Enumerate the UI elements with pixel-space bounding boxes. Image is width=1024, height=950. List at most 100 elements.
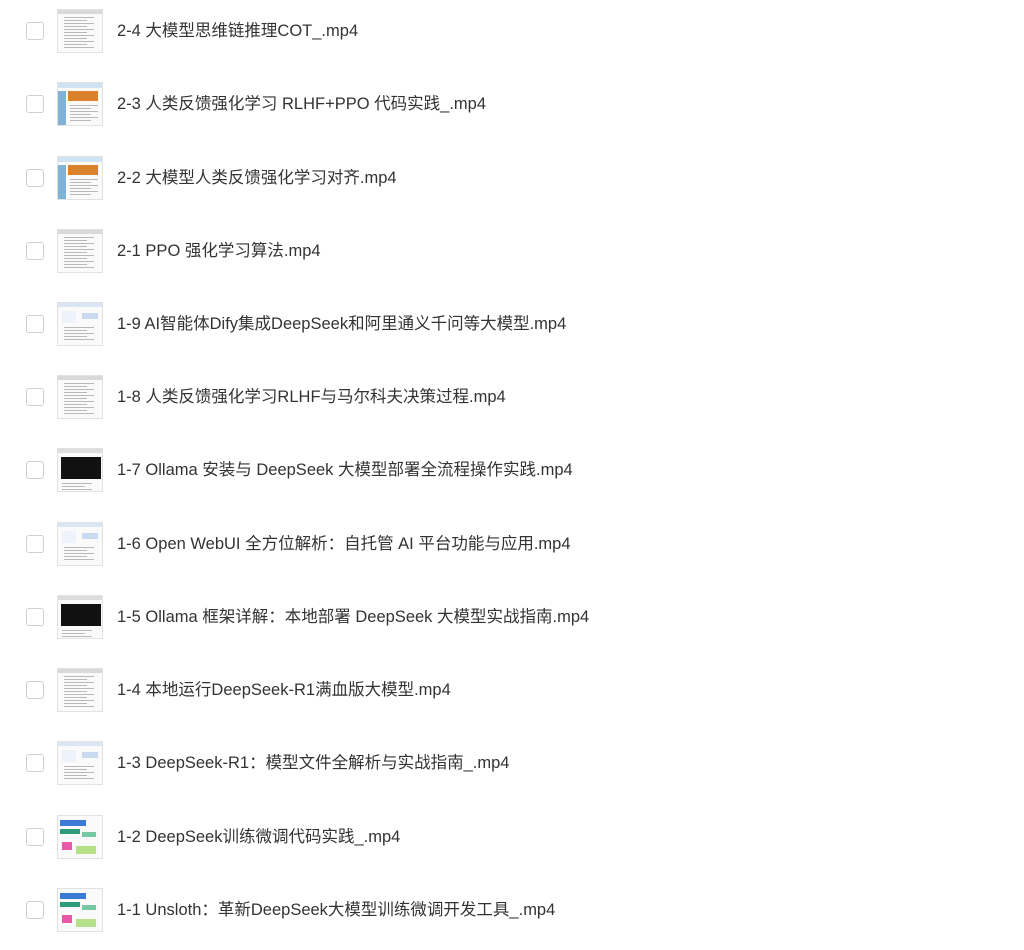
thumbnail-detail bbox=[82, 832, 96, 837]
file-name[interactable]: 2-3 人类反馈强化学习 RLHF+PPO 代码实践_.mp4 bbox=[117, 93, 486, 115]
file-name[interactable]: 1-1 Unsloth：革新DeepSeek大模型训练微调开发工具_.mp4 bbox=[117, 899, 555, 921]
checkbox[interactable] bbox=[26, 315, 44, 333]
list-item[interactable]: 2-2 大模型人类反馈强化学习对齐.mp4 bbox=[0, 152, 1024, 208]
thumbnail-detail bbox=[64, 404, 87, 405]
file-name[interactable]: 1-6 Open WebUI 全方位解析：自托管 AI 平台功能与应用.mp4 bbox=[117, 533, 571, 555]
thumbnail-detail bbox=[58, 165, 66, 199]
thumbnail-detail bbox=[64, 336, 87, 337]
thumbnail-detail bbox=[68, 91, 98, 101]
checkbox[interactable] bbox=[26, 95, 44, 113]
thumbnail-detail bbox=[62, 633, 85, 634]
list-item[interactable]: 2-4 大模型思维链推理COT_.mp4 bbox=[0, 5, 1024, 61]
thumbnail-detail bbox=[58, 669, 102, 673]
thumbnail-detail bbox=[64, 261, 94, 262]
thumbnail-detail bbox=[64, 41, 94, 42]
list-item[interactable]: 1-3 DeepSeek-R1：模型文件全解析与实战指南_.mp4 bbox=[0, 737, 1024, 793]
thumbnail-detail bbox=[70, 120, 91, 121]
thumbnail-detail bbox=[68, 165, 98, 175]
thumbnail-detail bbox=[62, 842, 72, 850]
thumbnail-detail bbox=[64, 20, 87, 21]
video-thumbnail[interactable] bbox=[57, 9, 103, 53]
thumbnail-detail bbox=[61, 457, 101, 479]
thumbnail-detail bbox=[64, 44, 87, 45]
list-item[interactable]: 1-4 本地运行DeepSeek-R1满血版大模型.mp4 bbox=[0, 664, 1024, 720]
video-thumbnail[interactable] bbox=[57, 302, 103, 346]
thumbnail-detail bbox=[62, 311, 76, 323]
checkbox[interactable] bbox=[26, 388, 44, 406]
thumbnail-detail bbox=[64, 38, 87, 39]
checkbox[interactable] bbox=[26, 535, 44, 553]
video-thumbnail[interactable] bbox=[57, 741, 103, 785]
checkbox[interactable] bbox=[26, 754, 44, 772]
thumbnail-detail bbox=[58, 230, 102, 234]
file-name[interactable]: 2-4 大模型思维链推理COT_.mp4 bbox=[117, 20, 358, 42]
file-name[interactable]: 1-7 Ollama 安装与 DeepSeek 大模型部署全流程操作实践.mp4 bbox=[117, 459, 573, 481]
thumbnail-detail bbox=[64, 703, 87, 704]
thumbnail-detail bbox=[64, 775, 87, 776]
thumbnail-detail bbox=[62, 483, 92, 484]
thumbnail-detail bbox=[64, 47, 94, 48]
thumbnail-detail bbox=[64, 706, 94, 707]
thumbnail-detail bbox=[62, 486, 85, 487]
video-thumbnail[interactable] bbox=[57, 888, 103, 932]
video-thumbnail[interactable] bbox=[57, 668, 103, 712]
file-name[interactable]: 1-4 本地运行DeepSeek-R1满血版大模型.mp4 bbox=[117, 679, 451, 701]
video-thumbnail[interactable] bbox=[57, 82, 103, 126]
thumbnail-detail bbox=[64, 697, 87, 698]
thumbnail-detail bbox=[70, 182, 91, 183]
checkbox[interactable] bbox=[26, 242, 44, 260]
video-thumbnail[interactable] bbox=[57, 229, 103, 273]
thumbnail-detail bbox=[62, 630, 92, 631]
video-thumbnail[interactable] bbox=[57, 595, 103, 639]
list-item[interactable]: 1-7 Ollama 安装与 DeepSeek 大模型部署全流程操作实践.mp4 bbox=[0, 444, 1024, 500]
list-item[interactable]: 2-1 PPO 强化学习算法.mp4 bbox=[0, 225, 1024, 281]
list-item[interactable]: 1-5 Ollama 框架详解：本地部署 DeepSeek 大模型实战指南.mp… bbox=[0, 591, 1024, 647]
thumbnail-detail bbox=[70, 105, 98, 106]
file-name[interactable]: 1-2 DeepSeek训练微调代码实践_.mp4 bbox=[117, 826, 400, 848]
checkbox[interactable] bbox=[26, 461, 44, 479]
video-thumbnail[interactable] bbox=[57, 522, 103, 566]
thumbnail-detail bbox=[58, 742, 102, 746]
video-thumbnail[interactable] bbox=[57, 815, 103, 859]
list-item[interactable]: 1-6 Open WebUI 全方位解析：自托管 AI 平台功能与应用.mp4 bbox=[0, 518, 1024, 574]
thumbnail-detail bbox=[58, 91, 66, 125]
file-name[interactable]: 1-5 Ollama 框架详解：本地部署 DeepSeek 大模型实战指南.mp… bbox=[117, 606, 589, 628]
thumbnail-detail bbox=[64, 333, 94, 334]
checkbox[interactable] bbox=[26, 608, 44, 626]
thumbnail-detail bbox=[62, 636, 92, 637]
checkbox[interactable] bbox=[26, 22, 44, 40]
thumbnail-detail bbox=[64, 772, 94, 773]
video-thumbnail[interactable] bbox=[57, 156, 103, 200]
list-item[interactable]: 1-2 DeepSeek训练微调代码实践_.mp4 bbox=[0, 811, 1024, 867]
list-item[interactable]: 2-3 人类反馈强化学习 RLHF+PPO 代码实践_.mp4 bbox=[0, 78, 1024, 134]
thumbnail-detail bbox=[70, 194, 91, 195]
list-item[interactable]: 1-9 AI智能体Dify集成DeepSeek和阿里通义千问等大模型.mp4 bbox=[0, 298, 1024, 354]
thumbnail-detail bbox=[58, 376, 102, 380]
file-name[interactable]: 1-8 人类反馈强化学习RLHF与马尔科夫决策过程.mp4 bbox=[117, 386, 506, 408]
checkbox[interactable] bbox=[26, 901, 44, 919]
thumbnail-detail bbox=[58, 83, 102, 88]
thumbnail-detail bbox=[70, 188, 91, 189]
video-thumbnail[interactable] bbox=[57, 375, 103, 419]
thumbnail-detail bbox=[64, 35, 94, 36]
file-name[interactable]: 2-1 PPO 强化学习算法.mp4 bbox=[117, 240, 321, 262]
thumbnail-detail bbox=[64, 553, 94, 554]
thumbnail-detail bbox=[70, 117, 98, 118]
thumbnail-detail bbox=[70, 111, 98, 112]
list-item[interactable]: 1-8 人类反馈强化学习RLHF与马尔科夫决策过程.mp4 bbox=[0, 371, 1024, 427]
thumbnail-detail bbox=[64, 258, 87, 259]
checkbox[interactable] bbox=[26, 169, 44, 187]
file-name[interactable]: 1-9 AI智能体Dify集成DeepSeek和阿里通义千问等大模型.mp4 bbox=[117, 313, 566, 335]
video-thumbnail[interactable] bbox=[57, 448, 103, 492]
thumbnail-detail bbox=[64, 395, 94, 396]
thumbnail-detail bbox=[64, 17, 94, 18]
checkbox[interactable] bbox=[26, 681, 44, 699]
thumbnail-detail bbox=[64, 410, 87, 411]
file-name[interactable]: 2-2 大模型人类反馈强化学习对齐.mp4 bbox=[117, 167, 397, 189]
file-name[interactable]: 1-3 DeepSeek-R1：模型文件全解析与实战指南_.mp4 bbox=[117, 752, 509, 774]
checkbox[interactable] bbox=[26, 828, 44, 846]
list-item[interactable]: 1-1 Unsloth：革新DeepSeek大模型训练微调开发工具_.mp4 bbox=[0, 884, 1024, 940]
thumbnail-detail bbox=[82, 313, 98, 319]
thumbnail-detail bbox=[64, 682, 94, 683]
thumbnail-detail bbox=[76, 919, 96, 927]
